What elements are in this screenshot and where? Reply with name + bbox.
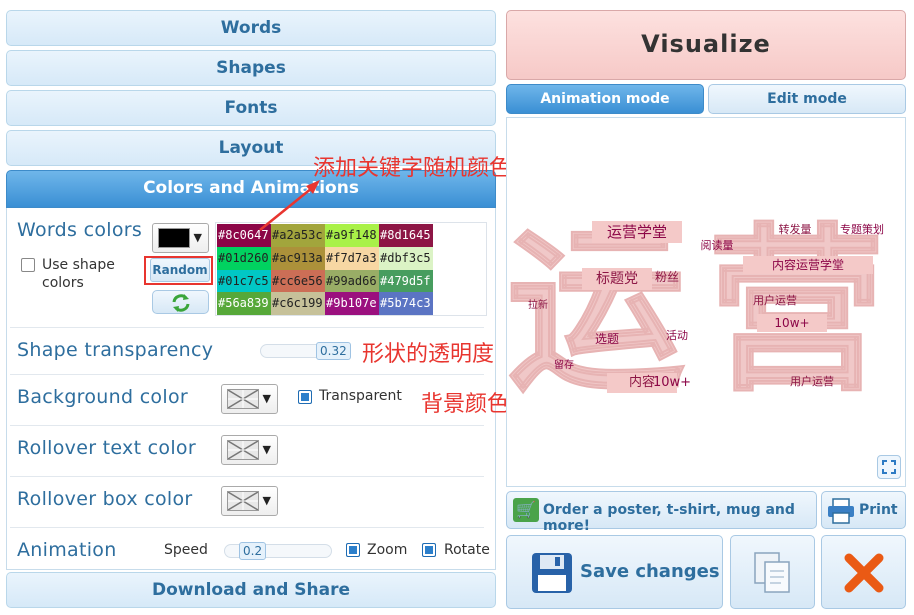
speed-label: Speed bbox=[164, 542, 208, 558]
palette-color-cell[interactable]: #99ad66 bbox=[325, 269, 379, 293]
background-color-select[interactable]: ▼ bbox=[221, 384, 278, 414]
zoom-label: Zoom bbox=[367, 542, 408, 558]
palette-color-cell[interactable]: #479d5f bbox=[379, 269, 433, 293]
zoom-checkbox[interactable] bbox=[346, 543, 360, 557]
palette-color-cell[interactable]: #dbf3c5 bbox=[379, 246, 433, 270]
accordion-fonts[interactable]: Fonts bbox=[6, 90, 496, 126]
divider bbox=[10, 327, 484, 328]
rollover-text-color-select[interactable]: ▼ bbox=[221, 435, 278, 465]
transparent-label: Transparent bbox=[319, 388, 402, 404]
rollover-box-color-select[interactable]: ▼ bbox=[221, 486, 278, 516]
order-merch-label: Order a poster, t-shirt, mug and more! bbox=[543, 502, 795, 534]
shape-transparency-label: Shape transparency bbox=[17, 339, 214, 361]
use-shape-colors-checkbox[interactable] bbox=[21, 258, 35, 272]
words-colors-label: Words colors bbox=[17, 219, 143, 241]
palette-color-cell[interactable]: #cc6e56 bbox=[271, 269, 325, 293]
chevron-down-icon: ▼ bbox=[262, 392, 271, 405]
visualize-button[interactable]: Visualize bbox=[506, 10, 906, 80]
cloud-word: 10w+ bbox=[757, 314, 827, 332]
copy-icon bbox=[754, 552, 790, 593]
tab-edit-mode[interactable]: Edit mode bbox=[708, 84, 906, 114]
words-color-select[interactable]: ▼ bbox=[152, 223, 209, 253]
rotate-label: Rotate bbox=[444, 542, 490, 558]
delete-button[interactable] bbox=[821, 535, 906, 609]
palette-color-cell[interactable]: #9b107e bbox=[325, 292, 379, 315]
print-button[interactable]: Print bbox=[821, 491, 906, 529]
annotation-arrow bbox=[259, 180, 320, 231]
transparent-swatch bbox=[227, 389, 259, 409]
palette-color-cell[interactable]: #ac913a bbox=[271, 246, 325, 270]
transparent-swatch bbox=[227, 440, 259, 460]
color-palette: #8c0647 #a2a53c #a9f148 #8d1645 #01d260 #ac91… bbox=[217, 224, 433, 315]
cloud-word: 标题党 bbox=[582, 268, 652, 290]
cart-icon: 🛒 bbox=[513, 498, 539, 522]
annotation-background: 背景颜色 bbox=[421, 392, 510, 417]
animation-label: Animation bbox=[17, 539, 117, 561]
fullscreen-button[interactable] bbox=[877, 455, 901, 479]
save-changes-button[interactable]: Save changes bbox=[506, 535, 723, 609]
shape-transparency-slider[interactable]: 0.32 bbox=[260, 342, 351, 360]
chevron-down-icon: ▼ bbox=[262, 494, 271, 507]
accordion-shapes[interactable]: Shapes bbox=[6, 50, 496, 86]
cloud-word: 选题 bbox=[594, 332, 619, 346]
divider bbox=[10, 527, 484, 528]
highlight-box bbox=[144, 256, 213, 285]
divider bbox=[10, 425, 484, 426]
color-swatch bbox=[158, 228, 190, 248]
palette-color-cell[interactable]: #f7d7a3 bbox=[325, 246, 379, 270]
word-cloud-image: 运 营 bbox=[507, 207, 886, 416]
palette-color-cell[interactable]: #c6c199 bbox=[271, 292, 325, 315]
word-cloud-canvas[interactable]: 运 营 运营学堂 标题党 内容运营学堂 内容 10w+ 10w+ 用户运营 转发… bbox=[506, 117, 906, 487]
chevron-down-icon: ▼ bbox=[193, 231, 202, 244]
speed-slider[interactable]: 0.2 bbox=[224, 542, 332, 560]
slider-value[interactable]: 0.32 bbox=[316, 342, 351, 360]
printer-icon bbox=[828, 498, 854, 524]
palette-color-cell[interactable]: #8d1645 bbox=[379, 224, 433, 247]
transparent-checkbox[interactable] bbox=[298, 390, 312, 404]
cloud-word: 留存 bbox=[554, 360, 574, 371]
order-merch-button[interactable]: 🛒 Order a poster, t-shirt, mug and more! bbox=[506, 491, 817, 534]
rollover-box-color-label: Rollover box color bbox=[17, 488, 193, 510]
annotation-transparency: 形状的透明度 bbox=[362, 342, 495, 367]
rotate-checkbox[interactable] bbox=[422, 543, 436, 557]
rollover-text-color-label: Rollover text color bbox=[17, 437, 196, 459]
accordion-words[interactable]: Words bbox=[6, 10, 496, 46]
palette-color-cell[interactable]: #5b74c3 bbox=[379, 292, 433, 315]
refresh-icon bbox=[172, 294, 189, 312]
palette-color-cell[interactable]: #01d260 bbox=[217, 246, 271, 270]
cloud-word: 活动 bbox=[666, 329, 688, 342]
cloud-word: 用户运营 bbox=[790, 375, 834, 388]
cloud-word: 10w+ bbox=[652, 375, 692, 390]
cloud-word: 阅读量 bbox=[700, 239, 734, 252]
palette-color-cell[interactable]: #56a839 bbox=[217, 292, 271, 315]
transparent-swatch bbox=[227, 491, 259, 511]
cloud-word: 粉丝 bbox=[654, 270, 679, 284]
cloud-word: 拉新 bbox=[528, 300, 548, 311]
annotation-random-colors: 添加关键字随机颜色 bbox=[313, 156, 512, 181]
slider-value[interactable]: 0.2 bbox=[239, 542, 267, 560]
cloud-word: 内容运营学堂 bbox=[743, 256, 873, 274]
refresh-colors-button[interactable] bbox=[152, 290, 209, 314]
cloud-word: 转发量 bbox=[778, 223, 812, 236]
print-label: Print bbox=[859, 502, 898, 518]
chevron-down-icon: ▼ bbox=[262, 443, 271, 456]
tab-animation-mode[interactable]: Animation mode bbox=[506, 84, 704, 114]
background-color-label: Background color bbox=[17, 386, 188, 408]
divider bbox=[10, 374, 484, 375]
save-changes-label: Save changes bbox=[580, 561, 720, 582]
expand-icon bbox=[882, 460, 896, 474]
palette-color-cell[interactable]: #a9f148 bbox=[325, 224, 379, 247]
copy-button[interactable] bbox=[730, 535, 815, 609]
palette-color-cell[interactable]: #01c7c5 bbox=[217, 269, 271, 293]
use-shape-colors-label: Use shape colors bbox=[42, 257, 115, 291]
cloud-word: 专题策划 bbox=[840, 223, 884, 236]
cloud-word: 运营学堂 bbox=[592, 221, 682, 243]
floppy-disk-icon bbox=[532, 553, 572, 593]
cloud-word: 用户运营 bbox=[753, 294, 797, 307]
divider bbox=[10, 476, 484, 477]
accordion-download-share[interactable]: Download and Share bbox=[6, 572, 496, 608]
close-icon bbox=[844, 553, 884, 593]
